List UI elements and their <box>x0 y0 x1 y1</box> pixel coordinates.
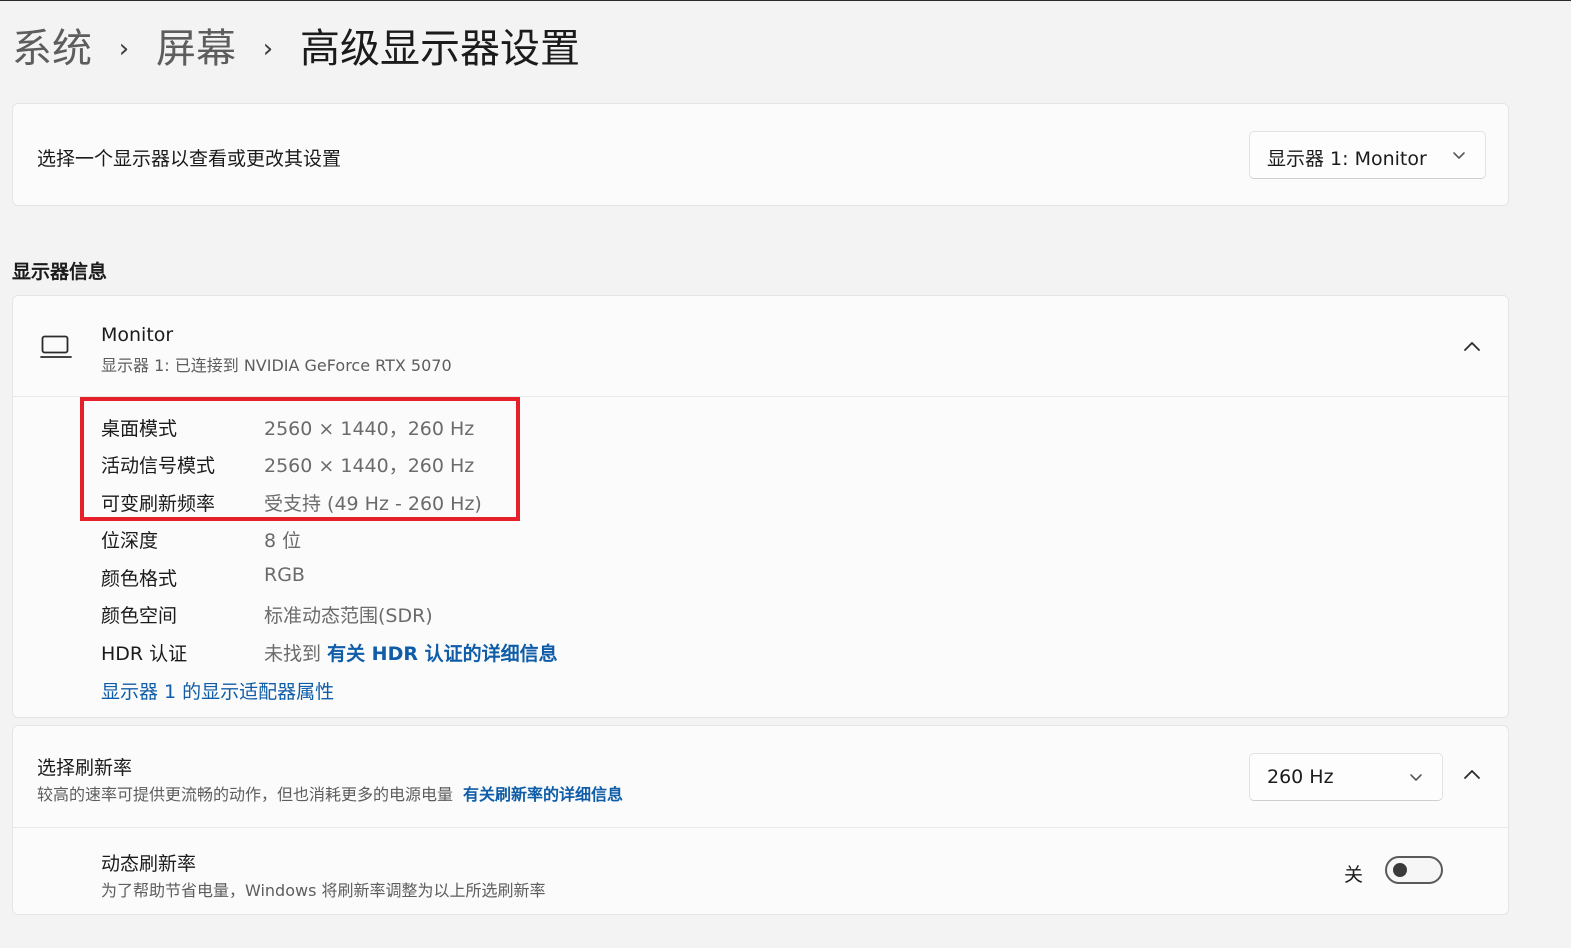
refresh-rate-card: 选择刷新率 较高的速率可提供更流畅的动作，但也消耗更多的电源电量 有关刷新率的详细… <box>12 725 1509 915</box>
property-value: 8 位 <box>264 530 302 552</box>
refresh-rate-dropdown[interactable]: 260 Hz <box>1249 753 1443 801</box>
refresh-rate-value: 260 Hz <box>1267 766 1334 788</box>
property-label: 桌面模式 <box>101 418 178 440</box>
hdr-status: 未找到 <box>264 643 322 665</box>
property-label: 位深度 <box>101 530 159 552</box>
breadcrumb-item-system[interactable]: 系统 <box>12 22 92 76</box>
chevron-down-icon <box>1453 152 1465 159</box>
property-value: 2560 × 1440，260 Hz <box>264 455 475 477</box>
property-value: 标准动态范围(SDR) <box>264 605 433 627</box>
property-label: 颜色格式 <box>101 568 178 590</box>
property-value: RGB <box>264 564 305 586</box>
dynamic-refresh-title: 动态刷新率 <box>101 853 197 875</box>
monitor-icon <box>40 335 72 358</box>
display-adapter-properties-link[interactable]: 显示器 1 的显示适配器属性 <box>101 677 334 704</box>
monitor-connection: 显示器 1: 已连接到 NVIDIA GeForce RTX 5070 <box>101 356 452 375</box>
refresh-rate-header: 选择刷新率 较高的速率可提供更流畅的动作，但也消耗更多的电源电量 有关刷新率的详细… <box>13 726 1508 828</box>
property-value: 受支持 (49 Hz - 260 Hz) <box>264 493 482 515</box>
toggle-knob <box>1393 863 1407 877</box>
property-label: 颜色空间 <box>101 605 178 627</box>
dynamic-refresh-description: 为了帮助节省电量，Windows 将刷新率调整为以上所选刷新率 <box>101 881 546 900</box>
section-title-display-info: 显示器信息 <box>12 261 108 283</box>
display-select-value: 显示器 1: Monitor <box>1267 148 1427 170</box>
property-value: 2560 × 1440，260 Hz <box>264 418 475 440</box>
chevron-down-icon <box>1410 774 1422 781</box>
breadcrumb: 系统 › 屏幕 › 高级显示器设置 <box>12 22 580 76</box>
hdr-details-link[interactable]: 有关 HDR 认证的详细信息 <box>327 643 558 665</box>
property-label: 可变刷新频率 <box>101 493 216 515</box>
display-info-card: Monitor 显示器 1: 已连接到 NVIDIA GeForce RTX 5… <box>12 295 1509 718</box>
display-select-label: 选择一个显示器以查看或更改其设置 <box>37 148 342 170</box>
dynamic-refresh-toggle[interactable] <box>1385 856 1443 884</box>
display-select-card: 选择一个显示器以查看或更改其设置 显示器 1: Monitor <box>12 103 1509 206</box>
dynamic-refresh-toggle-state: 关 <box>1344 864 1364 886</box>
breadcrumb-separator: › <box>262 34 274 64</box>
breadcrumb-item-display[interactable]: 屏幕 <box>156 22 236 76</box>
page-title: 高级显示器设置 <box>300 26 580 72</box>
display-info-header[interactable]: Monitor 显示器 1: 已连接到 NVIDIA GeForce RTX 5… <box>13 296 1508 397</box>
window-top-border <box>0 0 1571 1</box>
chevron-up-icon[interactable] <box>1462 766 1482 782</box>
breadcrumb-separator: › <box>118 34 130 64</box>
property-label: HDR 认证 <box>101 643 188 665</box>
refresh-rate-title: 选择刷新率 <box>37 757 133 779</box>
monitor-name: Monitor <box>101 324 174 346</box>
display-select-dropdown[interactable]: 显示器 1: Monitor <box>1249 131 1486 179</box>
property-label: 活动信号模式 <box>101 455 216 477</box>
refresh-rate-description: 较高的速率可提供更流畅的动作，但也消耗更多的电源电量 有关刷新率的详细信息 <box>37 781 623 805</box>
refresh-rate-description-text: 较高的速率可提供更流畅的动作，但也消耗更多的电源电量 <box>37 785 454 804</box>
property-value: 未找到 有关 HDR 认证的详细信息 <box>264 639 558 666</box>
refresh-rate-details-link[interactable]: 有关刷新率的详细信息 <box>463 785 623 804</box>
chevron-up-icon[interactable] <box>1462 338 1482 354</box>
